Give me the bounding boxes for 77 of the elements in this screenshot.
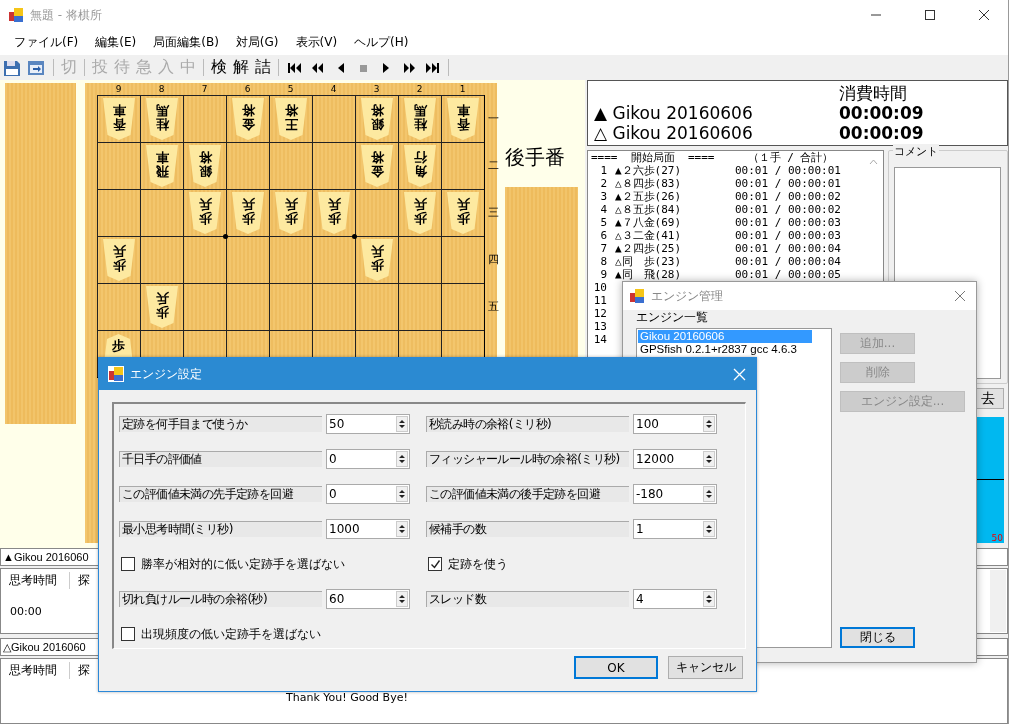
- move-time: 00:01 / 00:00:02: [735, 190, 841, 203]
- engine-log-text: Thank You! Good Bye!: [286, 691, 408, 704]
- dialog-title: エンジン管理: [651, 287, 723, 305]
- engine-name: △Gikou 2016060: [3, 640, 86, 654]
- rank-number: 一: [487, 111, 499, 127]
- setting-label: 定跡を何手目まで使うか: [119, 416, 322, 432]
- move-text: ▲２五歩(26): [615, 190, 683, 203]
- move-number: 11: [592, 294, 607, 307]
- move-number: 1: [599, 164, 607, 177]
- file-number: 9: [114, 83, 123, 95]
- file-number: 7: [200, 83, 209, 95]
- rank-number: 二: [487, 158, 499, 174]
- move-text: ▲２四歩(25): [615, 242, 683, 255]
- column-heading: 思考時間: [1, 571, 70, 589]
- move-number: 3: [599, 190, 607, 203]
- player-name: △ Gikou 20160606: [594, 123, 754, 143]
- move-time: 00:01 / 00:00:03: [735, 216, 841, 229]
- rank-number: 五: [487, 299, 499, 315]
- move-number: 12: [592, 307, 607, 320]
- move-time: 00:01 / 00:00:03: [735, 229, 841, 242]
- group-label: コメント: [893, 144, 940, 159]
- move-time: 00:01 / 00:00:01: [735, 177, 841, 190]
- move-time: 00:01 / 00:00:01: [735, 164, 841, 177]
- column-heading: 消費時間: [839, 81, 907, 105]
- time-used: 00:00:09: [839, 103, 924, 123]
- window-title: 無題 - 将棋所: [30, 6, 102, 24]
- file-number: 4: [329, 83, 338, 95]
- file-number: 8: [157, 83, 166, 95]
- move-number: 8: [599, 255, 607, 268]
- column-heading: 思考時間: [1, 661, 70, 679]
- file-number: 3: [372, 83, 381, 95]
- file-number: 2: [415, 83, 424, 95]
- rank-number: 三: [487, 205, 499, 221]
- move-number: 10: [592, 281, 607, 294]
- setting-label: スレッド数: [426, 591, 629, 607]
- move-time: 00:01 / 00:00:02: [735, 203, 841, 216]
- move-text: △３二金(41): [615, 229, 683, 242]
- move-time: 00:01 / 00:00:04: [735, 242, 841, 255]
- move-list-header: ==== 開始局面 ==== （１手 / 合計）: [591, 151, 834, 164]
- move-text: ▲同 飛(28): [615, 268, 683, 281]
- setting-label: この評価値未満の後手定跡を回避: [426, 486, 629, 502]
- move-text: ▲２六歩(27): [615, 164, 683, 177]
- setting-label: 千日手の評価値: [119, 451, 322, 467]
- file-number: 6: [243, 83, 252, 95]
- time-used: 00:00:09: [839, 123, 924, 143]
- engine-name: ▲Gikou 2016060: [3, 551, 89, 563]
- setting-label: 切れ負けルール時の余裕(秒): [119, 591, 322, 607]
- move-text: △８四歩(83): [615, 177, 683, 190]
- move-number: 4: [599, 203, 607, 216]
- move-time: 00:01 / 00:00:05: [735, 268, 841, 281]
- player-name: ▲ Gikou 20160606: [594, 103, 754, 123]
- move-text: △８五歩(84): [615, 203, 683, 216]
- move-number: 9: [599, 268, 607, 281]
- move-number: 13: [592, 320, 607, 333]
- setting-label: 最小思考時間(ミリ秒): [119, 521, 322, 537]
- turn-label: 後手番: [505, 144, 566, 171]
- setting-label: 秒読み時の余裕(ミリ秒): [426, 416, 629, 432]
- file-number: 5: [286, 83, 295, 95]
- move-text: △同 歩(23): [615, 255, 683, 268]
- move-number: 5: [599, 216, 607, 229]
- checkbox-label: 出現頻度の低い定跡手を選ばない: [141, 625, 321, 643]
- move-text: ▲７八金(69): [615, 216, 683, 229]
- move-number: 2: [599, 177, 607, 190]
- move-number: 6: [599, 229, 607, 242]
- setting-label: この評価値未満の先手定跡を回避: [119, 486, 322, 502]
- rank-number: 四: [487, 252, 499, 268]
- checkbox-label: 定跡を使う: [448, 555, 508, 573]
- setting-label: 候補手の数: [426, 521, 629, 537]
- move-number: 7: [599, 242, 607, 255]
- move-time: 00:01 / 00:00:04: [735, 255, 841, 268]
- move-number: 14: [592, 333, 607, 346]
- axis-label: 50: [991, 533, 1003, 543]
- setting-label: フィッシャールール時の余裕(ミリ秒): [426, 451, 629, 467]
- file-number: 1: [458, 83, 467, 95]
- checkbox-label: 勝率が相対的に低い定跡手を選ばない: [141, 555, 345, 573]
- thinking-time: 00:00: [10, 605, 42, 618]
- list-label: エンジン一覧: [636, 310, 709, 324]
